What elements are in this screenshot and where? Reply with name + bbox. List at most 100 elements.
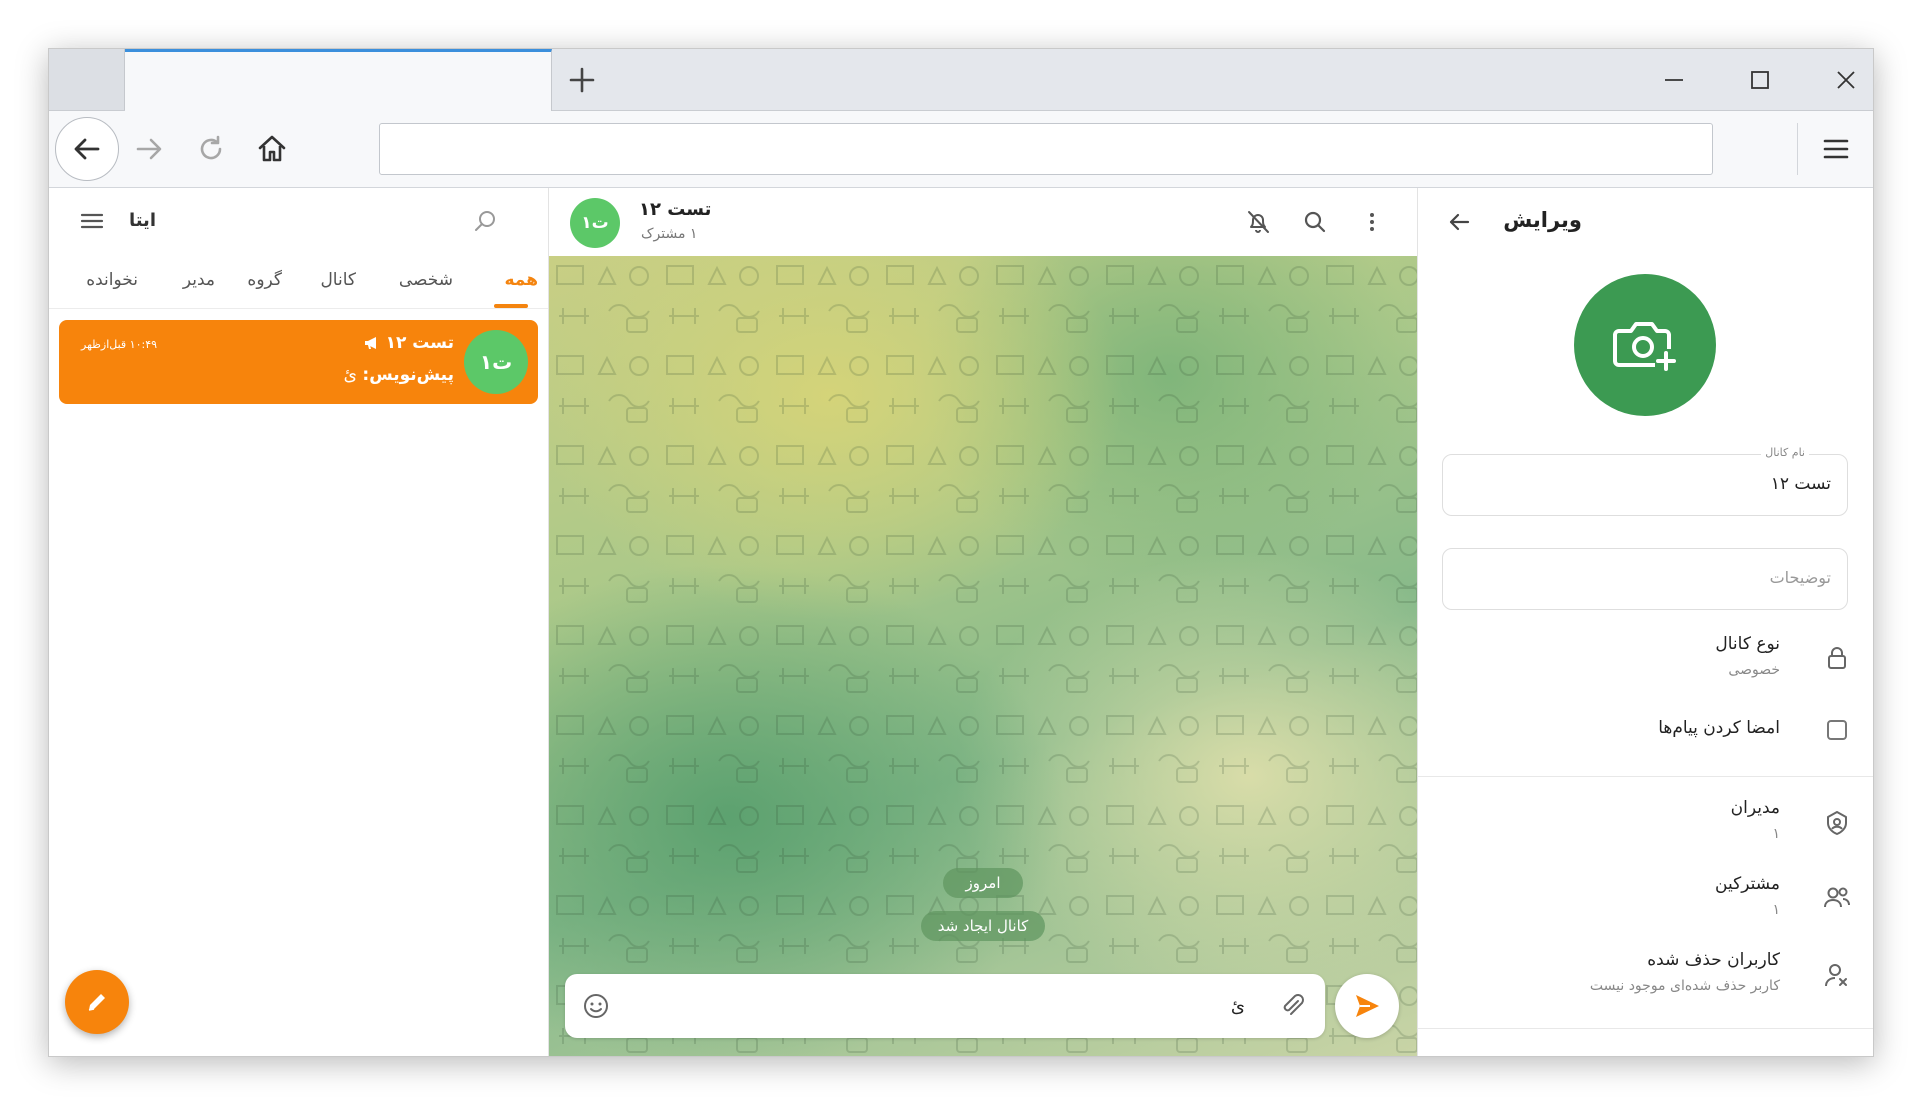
subscribers-count: ۱ bbox=[1772, 902, 1780, 918]
users-icon bbox=[1822, 882, 1852, 912]
navigation-bar bbox=[49, 111, 1873, 188]
home-icon bbox=[258, 135, 286, 162]
date-separator: امروز bbox=[943, 868, 1023, 898]
chat-list-item[interactable]: ت۱ تست ۱۲ پیش‌نویس: ئ ۱۰:۴۹ قبل‌ازظهر bbox=[59, 320, 538, 404]
removed-users-row[interactable]: کاربران حذف شده کاربر حذف شده‌ای موجود ن… bbox=[1418, 944, 1873, 1008]
draft-text: ئ bbox=[343, 365, 357, 385]
hamburger-icon bbox=[80, 213, 104, 229]
chat-search-button[interactable] bbox=[1300, 207, 1330, 237]
reload-button[interactable] bbox=[181, 119, 241, 179]
subscribers-row[interactable]: مشترکین ۱ bbox=[1418, 868, 1873, 932]
lock-icon bbox=[1822, 643, 1852, 673]
filter-unread[interactable]: نخوانده bbox=[86, 270, 138, 290]
new-tab-button[interactable] bbox=[559, 57, 605, 103]
megaphone-icon bbox=[364, 337, 376, 349]
arrow-left-icon bbox=[1449, 213, 1470, 231]
active-filter-indicator bbox=[494, 304, 528, 308]
home-button[interactable] bbox=[242, 119, 302, 179]
filter-personal[interactable]: شخصی bbox=[399, 270, 453, 290]
maximize-button[interactable] bbox=[1730, 57, 1790, 103]
tab-active[interactable] bbox=[125, 49, 552, 111]
removed-users-sub: کاربر حذف شده‌ای موجود نیست bbox=[1589, 978, 1780, 994]
attach-button[interactable] bbox=[1277, 991, 1307, 1021]
mute-button[interactable] bbox=[1243, 207, 1273, 237]
sign-messages-checkbox[interactable] bbox=[1822, 715, 1852, 745]
emoji-button[interactable] bbox=[581, 991, 611, 1021]
tab-inactive[interactable] bbox=[49, 49, 125, 110]
toolbar-separator bbox=[1797, 123, 1798, 175]
channel-type-row[interactable]: نوع کانال خصوصی bbox=[1418, 626, 1873, 690]
minimize-button[interactable] bbox=[1644, 57, 1704, 103]
admins-label: مدیران bbox=[1730, 798, 1780, 818]
shield-icon bbox=[1822, 808, 1852, 838]
chat-view: ت۱ تست ۱۲ ۱ مشترک امروز کانال ایجاد شد ئ bbox=[549, 188, 1417, 1056]
subscribers-label: مشترکین bbox=[1715, 874, 1780, 894]
chat-list-header: ایتا bbox=[49, 188, 548, 254]
panel-title: ویرایش bbox=[1503, 208, 1582, 232]
pencil-icon bbox=[88, 994, 105, 1011]
maximize-icon bbox=[1751, 71, 1769, 89]
search-icon bbox=[1304, 211, 1326, 233]
main-menu-button[interactable] bbox=[77, 206, 107, 236]
description-placeholder: توضیحات bbox=[1769, 568, 1831, 587]
admins-count: ۱ bbox=[1772, 826, 1780, 842]
close-window-button[interactable] bbox=[1816, 57, 1873, 103]
search-icon bbox=[475, 211, 495, 231]
messenger-app: ایتا همه شخصی کانال گروه مدیر نخوانده ت۱ bbox=[49, 188, 1873, 1056]
removed-users-label: کاربران حذف شده bbox=[1647, 950, 1780, 970]
compose-button[interactable] bbox=[65, 970, 129, 1034]
message-input[interactable] bbox=[625, 994, 1245, 1018]
section-divider bbox=[1418, 776, 1873, 777]
channel-name-label: نام کانال bbox=[1761, 446, 1809, 459]
user-removed-icon bbox=[1822, 960, 1852, 990]
close-icon bbox=[1837, 71, 1855, 89]
filter-group[interactable]: گروه bbox=[247, 270, 282, 290]
message-composer bbox=[565, 974, 1325, 1038]
description-field[interactable]: توضیحات bbox=[1442, 548, 1848, 610]
more-vertical-icon bbox=[1370, 213, 1374, 231]
chat-filter-tabs: همه شخصی کانال گروه مدیر نخوانده bbox=[49, 254, 548, 309]
channel-type-label: نوع کانال bbox=[1715, 634, 1780, 654]
back-button[interactable] bbox=[55, 117, 119, 181]
channel-photo-upload[interactable] bbox=[1574, 274, 1716, 416]
sign-messages-row[interactable]: امضا کردن پیام‌ها bbox=[1418, 698, 1873, 762]
service-message: کانال ایجاد شد bbox=[921, 911, 1045, 941]
avatar[interactable]: ت۱ bbox=[570, 198, 620, 248]
channel-name-field[interactable]: نام کانال تست ۱۲ bbox=[1442, 446, 1848, 516]
chat-list-panel: ایتا همه شخصی کانال گروه مدیر نخوانده ت۱ bbox=[49, 188, 549, 1056]
chat-title[interactable]: تست ۱۲ bbox=[639, 199, 711, 220]
chat-background: امروز کانال ایجاد شد bbox=[549, 256, 1417, 1056]
admins-row[interactable]: مدیران ۱ bbox=[1418, 792, 1873, 856]
filter-channel[interactable]: کانال bbox=[320, 270, 356, 290]
browser-window: ایتا همه شخصی کانال گروه مدیر نخوانده ت۱ bbox=[48, 48, 1874, 1057]
section-divider bbox=[1418, 1028, 1873, 1029]
more-options-button[interactable] bbox=[1357, 207, 1387, 237]
arrow-right-icon bbox=[136, 138, 162, 160]
chat-time: ۱۰:۴۹ قبل‌ازظهر bbox=[81, 338, 158, 351]
arrow-left-icon bbox=[74, 138, 100, 160]
send-icon bbox=[1356, 995, 1379, 1017]
send-button[interactable] bbox=[1335, 974, 1399, 1038]
hamburger-icon bbox=[1823, 139, 1849, 159]
app-title: ایتا bbox=[128, 210, 156, 231]
chat-subtitle: ۱ مشترک bbox=[641, 226, 698, 242]
paperclip-icon bbox=[1283, 994, 1304, 1015]
bell-off-icon bbox=[1248, 211, 1269, 233]
panel-back-button[interactable] bbox=[1444, 207, 1474, 237]
chat-name: تست ۱۲ bbox=[385, 333, 454, 353]
reload-icon bbox=[200, 135, 222, 160]
checkbox-icon bbox=[1827, 720, 1847, 740]
draft-label: پیش‌نویس: bbox=[362, 365, 454, 385]
search-button[interactable] bbox=[471, 206, 501, 236]
chat-header: ت۱ تست ۱۲ ۱ مشترک bbox=[549, 188, 1417, 257]
avatar: ت۱ bbox=[464, 330, 528, 394]
sign-messages-label: امضا کردن پیام‌ها bbox=[1658, 718, 1780, 738]
camera-add-icon bbox=[1613, 322, 1677, 371]
filter-admin[interactable]: مدیر bbox=[183, 270, 215, 290]
browser-menu-button[interactable] bbox=[1814, 127, 1858, 171]
forward-button[interactable] bbox=[119, 119, 179, 179]
plus-icon bbox=[569, 67, 595, 93]
edit-channel-panel: ویرایش نام کانال تست ۱۲ توضیحات نوع کانا… bbox=[1417, 188, 1873, 1056]
filter-all[interactable]: همه bbox=[505, 270, 539, 290]
url-bar[interactable] bbox=[379, 123, 1713, 175]
